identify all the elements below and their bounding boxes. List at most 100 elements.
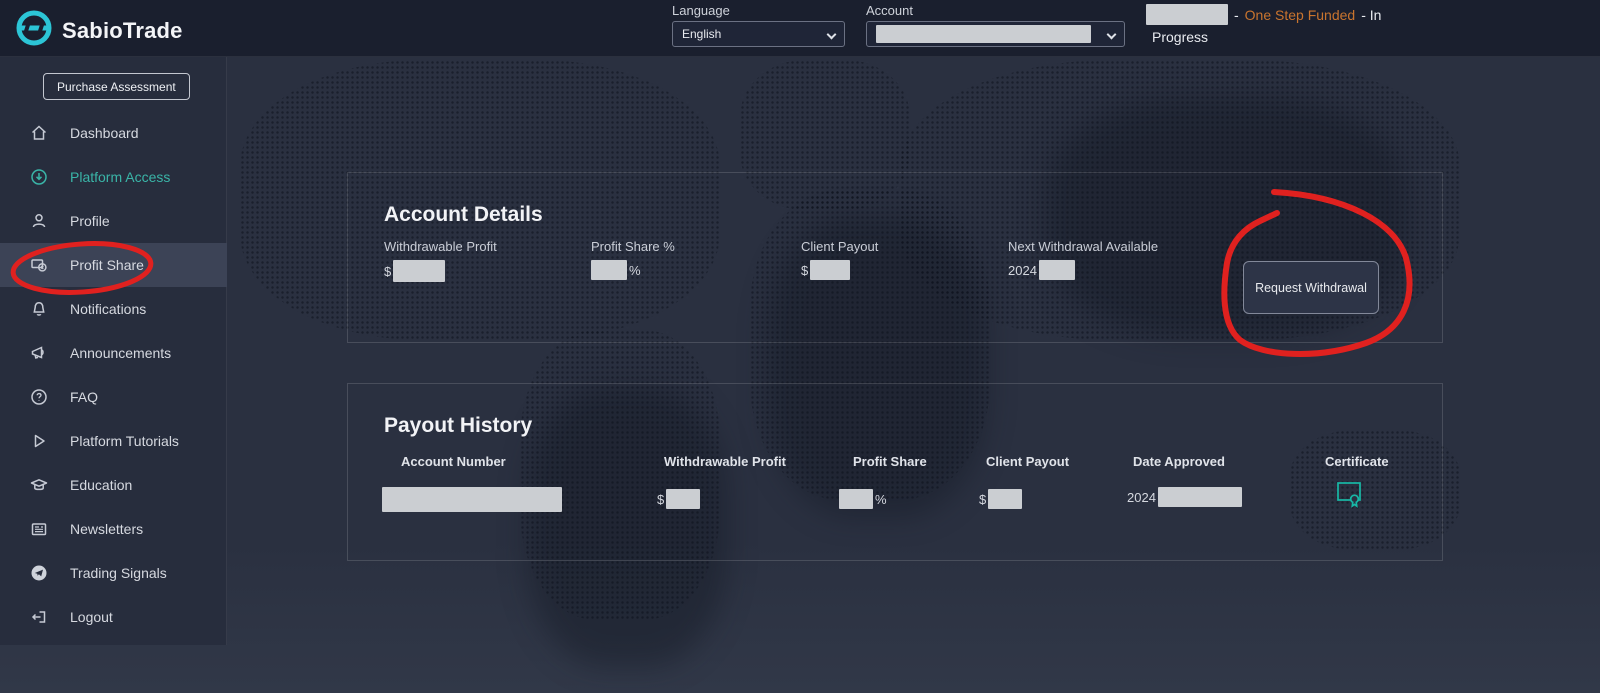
- sidebar-item-platform-access[interactable]: Platform Access: [0, 155, 227, 199]
- column-header-certificate: Certificate: [1325, 454, 1389, 469]
- sidebar-item-label: Notifications: [70, 301, 146, 317]
- sidebar-item-profit-share[interactable]: Profit Share: [0, 243, 227, 287]
- cell-profit-share: %: [839, 489, 887, 509]
- sidebar-item-label: Platform Tutorials: [70, 433, 179, 449]
- currency-prefix: $: [801, 263, 808, 278]
- sidebar-item-newsletters[interactable]: Newsletters: [0, 507, 227, 551]
- sidebar-item-notifications[interactable]: Notifications: [0, 287, 227, 331]
- currency-prefix: $: [384, 264, 391, 279]
- cell-account-number: [382, 487, 562, 512]
- sidebar-item-education[interactable]: Education: [0, 463, 227, 507]
- currency-prefix: $: [657, 492, 664, 507]
- sabiotrade-logo-icon: [16, 10, 52, 51]
- sidebar-item-label: Logout: [70, 609, 113, 625]
- sidebar-item-label: Dashboard: [70, 125, 139, 141]
- language-label: Language: [672, 3, 845, 18]
- logout-icon: [30, 608, 48, 626]
- sidebar-item-label: Trading Signals: [70, 565, 167, 581]
- date-prefix: 2024: [1127, 490, 1156, 505]
- account-details-title: Account Details: [384, 203, 543, 227]
- status-dash: -: [1234, 7, 1239, 23]
- redacted-value: [1158, 487, 1242, 507]
- payout-history-card: Payout History Account Number Withdrawab…: [347, 383, 1443, 561]
- account-label: Account: [866, 3, 1125, 18]
- sidebar-item-dashboard[interactable]: Dashboard: [0, 111, 227, 155]
- payout-history-title: Payout History: [384, 414, 532, 438]
- language-select[interactable]: English: [672, 21, 845, 47]
- column-header-date-approved: Date Approved: [1133, 454, 1225, 469]
- cell-date-approved: 2024: [1127, 487, 1242, 507]
- status-line-2: Progress: [1152, 29, 1381, 45]
- percent-suffix: %: [875, 492, 887, 507]
- chevron-down-icon: [827, 30, 837, 40]
- home-icon: [30, 124, 48, 142]
- field-label: Next Withdrawal Available: [1008, 239, 1158, 254]
- redacted-value: [988, 489, 1022, 509]
- top-header: SabioTrade Language English Account - On…: [0, 0, 1600, 57]
- telegram-circle-icon: [30, 564, 48, 582]
- sidebar-item-profile[interactable]: Profile: [0, 199, 227, 243]
- field-withdrawable-profit: Withdrawable Profit $: [384, 239, 497, 282]
- account-details-card: Account Details Withdrawable Profit $ Pr…: [347, 172, 1443, 343]
- redacted-value: [839, 489, 873, 509]
- language-group: Language English: [672, 3, 845, 47]
- redacted-value: [382, 487, 562, 512]
- date-prefix: 2024: [1008, 263, 1037, 278]
- sidebar-item-label: Profile: [70, 213, 110, 229]
- account-group: Account: [866, 3, 1125, 47]
- status-tail: - In: [1361, 7, 1381, 23]
- sidebar-item-label: Profit Share: [70, 257, 144, 273]
- sidebar-item-trading-signals[interactable]: Trading Signals: [0, 551, 227, 595]
- sidebar-item-announcements[interactable]: Announcements: [0, 331, 227, 375]
- sidebar-item-label: Announcements: [70, 345, 171, 361]
- redacted-status-value: [1146, 4, 1228, 25]
- main-content: Account Details Withdrawable Profit $ Pr…: [227, 57, 1600, 693]
- status-plan: One Step Funded: [1245, 7, 1356, 23]
- field-next-withdrawal: Next Withdrawal Available 2024: [1008, 239, 1158, 280]
- certificate-icon[interactable]: [1336, 480, 1363, 511]
- redacted-value: [666, 489, 700, 509]
- profit-share-icon: [30, 256, 48, 274]
- account-status: - One Step Funded - In Progress: [1146, 4, 1381, 45]
- person-icon: [30, 212, 48, 230]
- page: SabioTrade Language English Account - On…: [0, 0, 1600, 693]
- brand-logo[interactable]: SabioTrade: [16, 10, 183, 51]
- megaphone-icon: [30, 344, 48, 362]
- column-header-account-number: Account Number: [401, 454, 506, 469]
- newspaper-icon: [30, 520, 48, 538]
- graduation-cap-icon: [30, 476, 48, 494]
- field-client-payout: Client Payout $: [801, 239, 878, 280]
- field-label: Withdrawable Profit: [384, 239, 497, 254]
- download-circle-icon: [30, 168, 48, 186]
- account-select[interactable]: [866, 21, 1125, 47]
- request-withdrawal-button[interactable]: Request Withdrawal: [1243, 261, 1379, 314]
- sidebar-item-platform-tutorials[interactable]: Platform Tutorials: [0, 419, 227, 463]
- status-line-1: - One Step Funded - In: [1146, 4, 1381, 25]
- bell-icon: [30, 300, 48, 318]
- column-header-profit-share: Profit Share: [853, 454, 927, 469]
- redacted-account-value: [876, 25, 1091, 43]
- sidebar-item-faq[interactable]: FAQ: [0, 375, 227, 419]
- sidebar-nav: Dashboard Platform Access: [0, 111, 227, 639]
- redacted-value: [1039, 260, 1075, 280]
- redacted-value: [810, 260, 850, 280]
- redacted-value: [591, 260, 627, 280]
- language-value: English: [682, 27, 721, 41]
- field-label: Client Payout: [801, 239, 878, 254]
- currency-prefix: $: [979, 492, 986, 507]
- sidebar-item-label: Education: [70, 477, 132, 493]
- column-header-client-payout: Client Payout: [986, 454, 1069, 469]
- sidebar-item-label: Newsletters: [70, 521, 143, 537]
- sidebar-item-logout[interactable]: Logout: [0, 595, 227, 639]
- cell-withdrawable-profit: $: [657, 489, 700, 509]
- sidebar-item-label: Platform Access: [70, 169, 170, 185]
- cell-client-payout: $: [979, 489, 1022, 509]
- field-profit-share-pct: Profit Share % %: [591, 239, 675, 280]
- redacted-value: [393, 260, 445, 282]
- sidebar: Purchase Assessment Dashboard Platfor: [0, 57, 227, 645]
- play-icon: [30, 432, 48, 450]
- brand-name: SabioTrade: [62, 18, 183, 44]
- purchase-assessment-button[interactable]: Purchase Assessment: [43, 73, 190, 100]
- cell-certificate[interactable]: [1336, 480, 1363, 511]
- question-circle-icon: [30, 388, 48, 406]
